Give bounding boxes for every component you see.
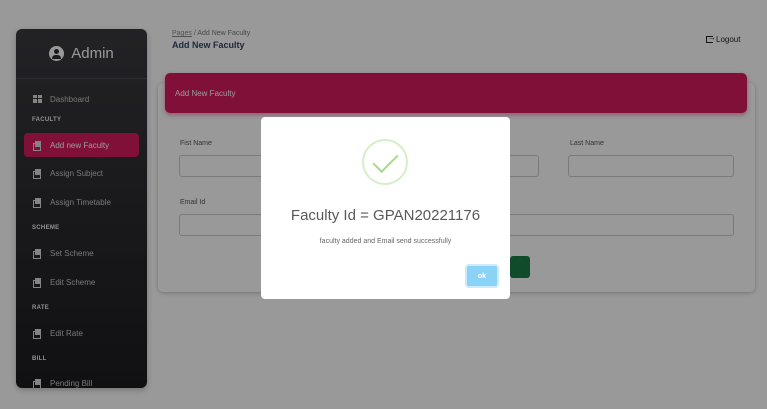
dialog-title: Faculty Id = GPAN20221176	[290, 207, 481, 224]
ok-button[interactable]: ok	[465, 264, 499, 288]
success-check-icon	[362, 139, 408, 185]
success-dialog: Faculty Id = GPAN20221176 faculty added …	[261, 117, 510, 299]
dialog-message: faculty added and Email send successfull…	[319, 238, 452, 245]
